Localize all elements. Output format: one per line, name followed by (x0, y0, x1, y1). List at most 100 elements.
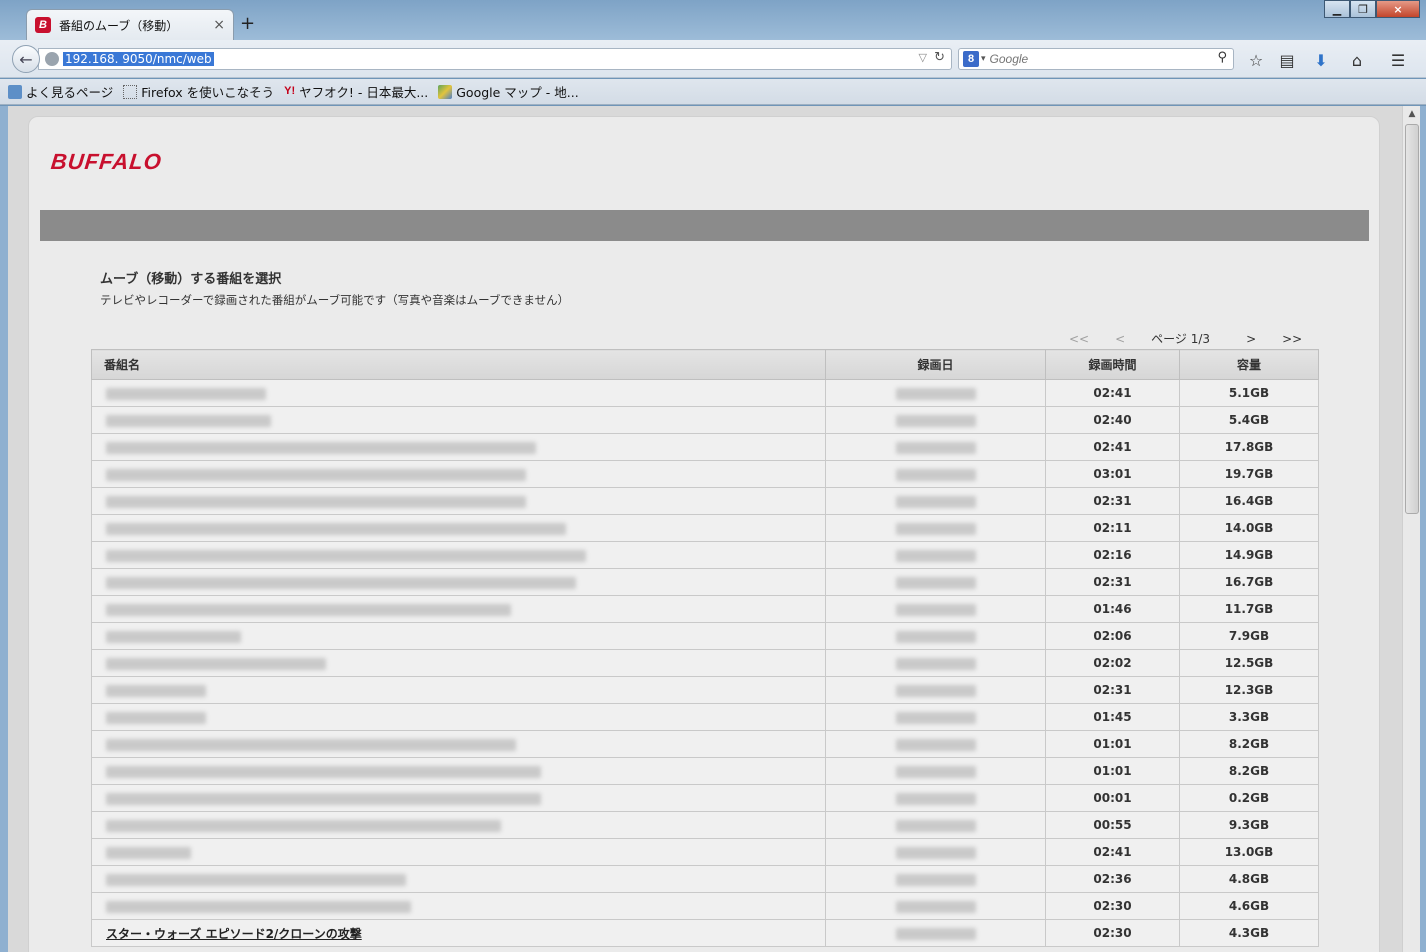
url-dropdown-icon[interactable]: ▽ (919, 51, 927, 64)
table-row[interactable]: 02:11 14.0GB (91, 514, 1319, 542)
new-tab-button[interactable]: + (240, 13, 255, 34)
duration-cell: 02:30 (1045, 919, 1180, 947)
star-bookmark-icon[interactable]: ☆ (1245, 49, 1267, 71)
download-icon[interactable]: ⬇ (1310, 49, 1332, 71)
redacted-title (106, 657, 326, 670)
program-title-cell[interactable] (91, 595, 826, 623)
table-row[interactable]: スター・ウォーズ エピソード2/クローンの攻撃 02:30 4.3GB (91, 919, 1319, 947)
bookmark-item[interactable]: Firefox を使いこなそう (123, 82, 274, 101)
program-title-cell[interactable] (91, 865, 826, 893)
program-title-cell[interactable]: スター・ウォーズ エピソード2/クローンの攻撃 (91, 919, 826, 947)
minimize-icon[interactable]: ▁ (1324, 0, 1350, 18)
redacted-date (895, 873, 976, 886)
bookmark-item[interactable]: Y! ヤフオク! - 日本最大... (284, 82, 428, 101)
table-row[interactable]: 03:01 19.7GB (91, 460, 1319, 488)
table-row[interactable]: 02:40 5.4GB (91, 406, 1319, 434)
program-title-cell[interactable] (91, 784, 826, 812)
back-button[interactable]: ← (12, 45, 40, 73)
program-title-cell[interactable] (91, 460, 826, 488)
recorded-date-cell (825, 919, 1046, 947)
next-page-button[interactable]: > (1246, 332, 1256, 346)
table-row[interactable]: 01:46 11.7GB (91, 595, 1319, 623)
program-title-cell[interactable] (91, 514, 826, 542)
table-row[interactable]: 02:06 7.9GB (91, 622, 1319, 650)
prev-page-button[interactable]: < (1115, 332, 1125, 346)
duration-cell: 02:31 (1045, 487, 1180, 515)
program-title-cell[interactable] (91, 622, 826, 650)
column-header-duration[interactable]: 録画時間 (1045, 349, 1180, 380)
last-page-button[interactable]: >> (1282, 332, 1302, 346)
table-row[interactable]: 02:41 17.8GB (91, 433, 1319, 461)
redacted-title (106, 549, 586, 562)
redacted-title (106, 414, 271, 427)
section-title: ムーブ（移動）する番組を選択 (100, 272, 282, 287)
table-row[interactable]: 01:45 3.3GB (91, 703, 1319, 731)
table-row[interactable]: 02:30 4.6GB (91, 892, 1319, 920)
bookmark-label: Firefox を使いこなそう (141, 85, 275, 100)
program-title-cell[interactable] (91, 892, 826, 920)
column-header-size[interactable]: 容量 (1179, 349, 1319, 380)
url-text[interactable]: 192.168. 9050/nmc/web (63, 52, 214, 66)
vertical-scrollbar[interactable]: ▲ (1402, 106, 1420, 952)
recorded-date-cell (825, 514, 1046, 542)
section-description: テレビやレコーダーで録画された番組がムーブ可能です（写真や音楽はムーブできません… (100, 293, 570, 307)
redacted-date (895, 603, 976, 616)
scroll-up-icon[interactable]: ▲ (1403, 106, 1421, 122)
scrollbar-thumb[interactable] (1405, 124, 1419, 514)
bookmark-label: よく見るページ (26, 85, 114, 100)
table-row[interactable]: 02:36 4.8GB (91, 865, 1319, 893)
program-title-cell[interactable] (91, 676, 826, 704)
redacted-date (895, 549, 976, 562)
reading-list-icon[interactable]: ▤ (1276, 49, 1298, 71)
program-title[interactable]: スター・ウォーズ エピソード2/クローンの攻撃 (106, 927, 362, 941)
column-header-date[interactable]: 録画日 (825, 349, 1046, 380)
table-row[interactable]: 02:31 16.7GB (91, 568, 1319, 596)
home-icon[interactable]: ⌂ (1346, 49, 1368, 71)
bookmark-item[interactable]: Google マップ - 地... (438, 82, 579, 101)
first-page-button[interactable]: << (1069, 332, 1089, 346)
table-row[interactable]: 01:01 8.2GB (91, 730, 1319, 758)
program-title-cell[interactable] (91, 757, 826, 785)
table-row[interactable]: 02:41 13.0GB (91, 838, 1319, 866)
tab-active[interactable]: B 番組のムーブ（移動） × (26, 9, 234, 40)
table-row[interactable]: 01:01 8.2GB (91, 757, 1319, 785)
url-bar[interactable]: 192.168. 9050/nmc/web ▽ ↻ (38, 48, 952, 70)
program-title-cell[interactable] (91, 541, 826, 569)
table-row[interactable]: 02:31 16.4GB (91, 487, 1319, 515)
search-engine-dropdown-icon[interactable]: ▾ (981, 54, 986, 64)
program-title-cell[interactable] (91, 730, 826, 758)
maximize-icon[interactable]: ❐ (1350, 0, 1376, 18)
redacted-title (106, 684, 206, 697)
search-bar[interactable]: 8 ▾ ⚲ (958, 48, 1234, 70)
google-icon[interactable]: 8 (963, 51, 979, 67)
program-title-cell[interactable] (91, 649, 826, 677)
table-row[interactable]: 02:02 12.5GB (91, 649, 1319, 677)
bookmark-item[interactable]: よく見るページ (8, 82, 113, 101)
bookmarks-toolbar: よく見るページ Firefox を使いこなそう Y! ヤフオク! - 日本最大.… (0, 79, 1426, 105)
program-title-cell[interactable] (91, 379, 826, 407)
program-title-cell[interactable] (91, 703, 826, 731)
redacted-title (106, 522, 566, 535)
search-input[interactable] (989, 52, 1190, 66)
program-title-cell[interactable] (91, 838, 826, 866)
column-header-title[interactable]: 番組名 (91, 349, 826, 380)
redacted-title (106, 468, 526, 481)
reload-icon[interactable]: ↻ (934, 50, 945, 65)
menu-icon[interactable]: ☰ (1387, 49, 1409, 71)
tab-close-icon[interactable]: × (213, 17, 225, 33)
program-title-cell[interactable] (91, 811, 826, 839)
program-title-cell[interactable] (91, 406, 826, 434)
table-row[interactable]: 02:31 12.3GB (91, 676, 1319, 704)
table-row[interactable]: 00:01 0.2GB (91, 784, 1319, 812)
size-cell: 8.2GB (1179, 757, 1319, 785)
program-title-cell[interactable] (91, 487, 826, 515)
table-row[interactable]: 02:41 5.1GB (91, 379, 1319, 407)
table-row[interactable]: 02:16 14.9GB (91, 541, 1319, 569)
table-row[interactable]: 00:55 9.3GB (91, 811, 1319, 839)
redacted-date (895, 414, 976, 427)
search-icon[interactable]: ⚲ (1217, 50, 1227, 65)
program-title-cell[interactable] (91, 433, 826, 461)
size-cell: 14.9GB (1179, 541, 1319, 569)
program-title-cell[interactable] (91, 568, 826, 596)
window-close-icon[interactable]: × (1376, 0, 1420, 18)
